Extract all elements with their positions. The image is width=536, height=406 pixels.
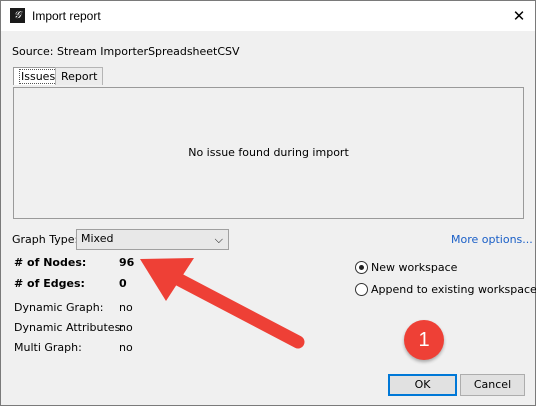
more-options-link[interactable]: More options... bbox=[451, 233, 533, 246]
graph-type-select[interactable]: Mixed ⌵ bbox=[76, 229, 229, 250]
radio-unselected-icon[interactable] bbox=[355, 283, 368, 296]
new-workspace-label: New workspace bbox=[371, 261, 458, 274]
graph-type-label: Graph Type: bbox=[12, 233, 79, 246]
dynamic-attributes-label: Dynamic Attributes: bbox=[14, 321, 125, 334]
nodes-value: 96 bbox=[119, 256, 135, 269]
issues-panel: No issue found during import bbox=[13, 87, 524, 219]
close-icon[interactable]: ✕ bbox=[506, 3, 532, 29]
tab-issues-label: Issues bbox=[19, 69, 58, 84]
dynamic-attributes-value: no bbox=[119, 321, 133, 334]
import-report-dialog: 𝒢 Import report ✕ Source: Stream Importe… bbox=[0, 0, 536, 406]
step-badge: 1 bbox=[404, 320, 444, 360]
tab-report[interactable]: Report bbox=[55, 67, 104, 85]
window-title: Import report bbox=[32, 9, 101, 23]
source-label: Source: Stream ImporterSpreadsheetCSV bbox=[12, 45, 240, 58]
multi-graph-label: Multi Graph: bbox=[14, 341, 82, 354]
multi-graph-value: no bbox=[119, 341, 133, 354]
app-logo-icon: 𝒢 bbox=[10, 8, 25, 23]
issues-message: No issue found during import bbox=[188, 146, 349, 159]
edges-label: # of Edges: bbox=[14, 277, 85, 290]
chevron-down-icon: ⌵ bbox=[214, 233, 223, 246]
cancel-button[interactable]: Cancel bbox=[460, 374, 525, 396]
graph-type-value: Mixed bbox=[81, 232, 114, 245]
title-bar: 𝒢 Import report ✕ bbox=[1, 1, 535, 31]
edges-value: 0 bbox=[119, 277, 127, 290]
dynamic-graph-value: no bbox=[119, 301, 133, 314]
radio-selected-icon[interactable] bbox=[355, 261, 368, 274]
nodes-label: # of Nodes: bbox=[14, 256, 87, 269]
dynamic-graph-label: Dynamic Graph: bbox=[14, 301, 104, 314]
ok-button[interactable]: OK bbox=[388, 374, 457, 396]
append-workspace-label: Append to existing workspace bbox=[371, 283, 536, 296]
